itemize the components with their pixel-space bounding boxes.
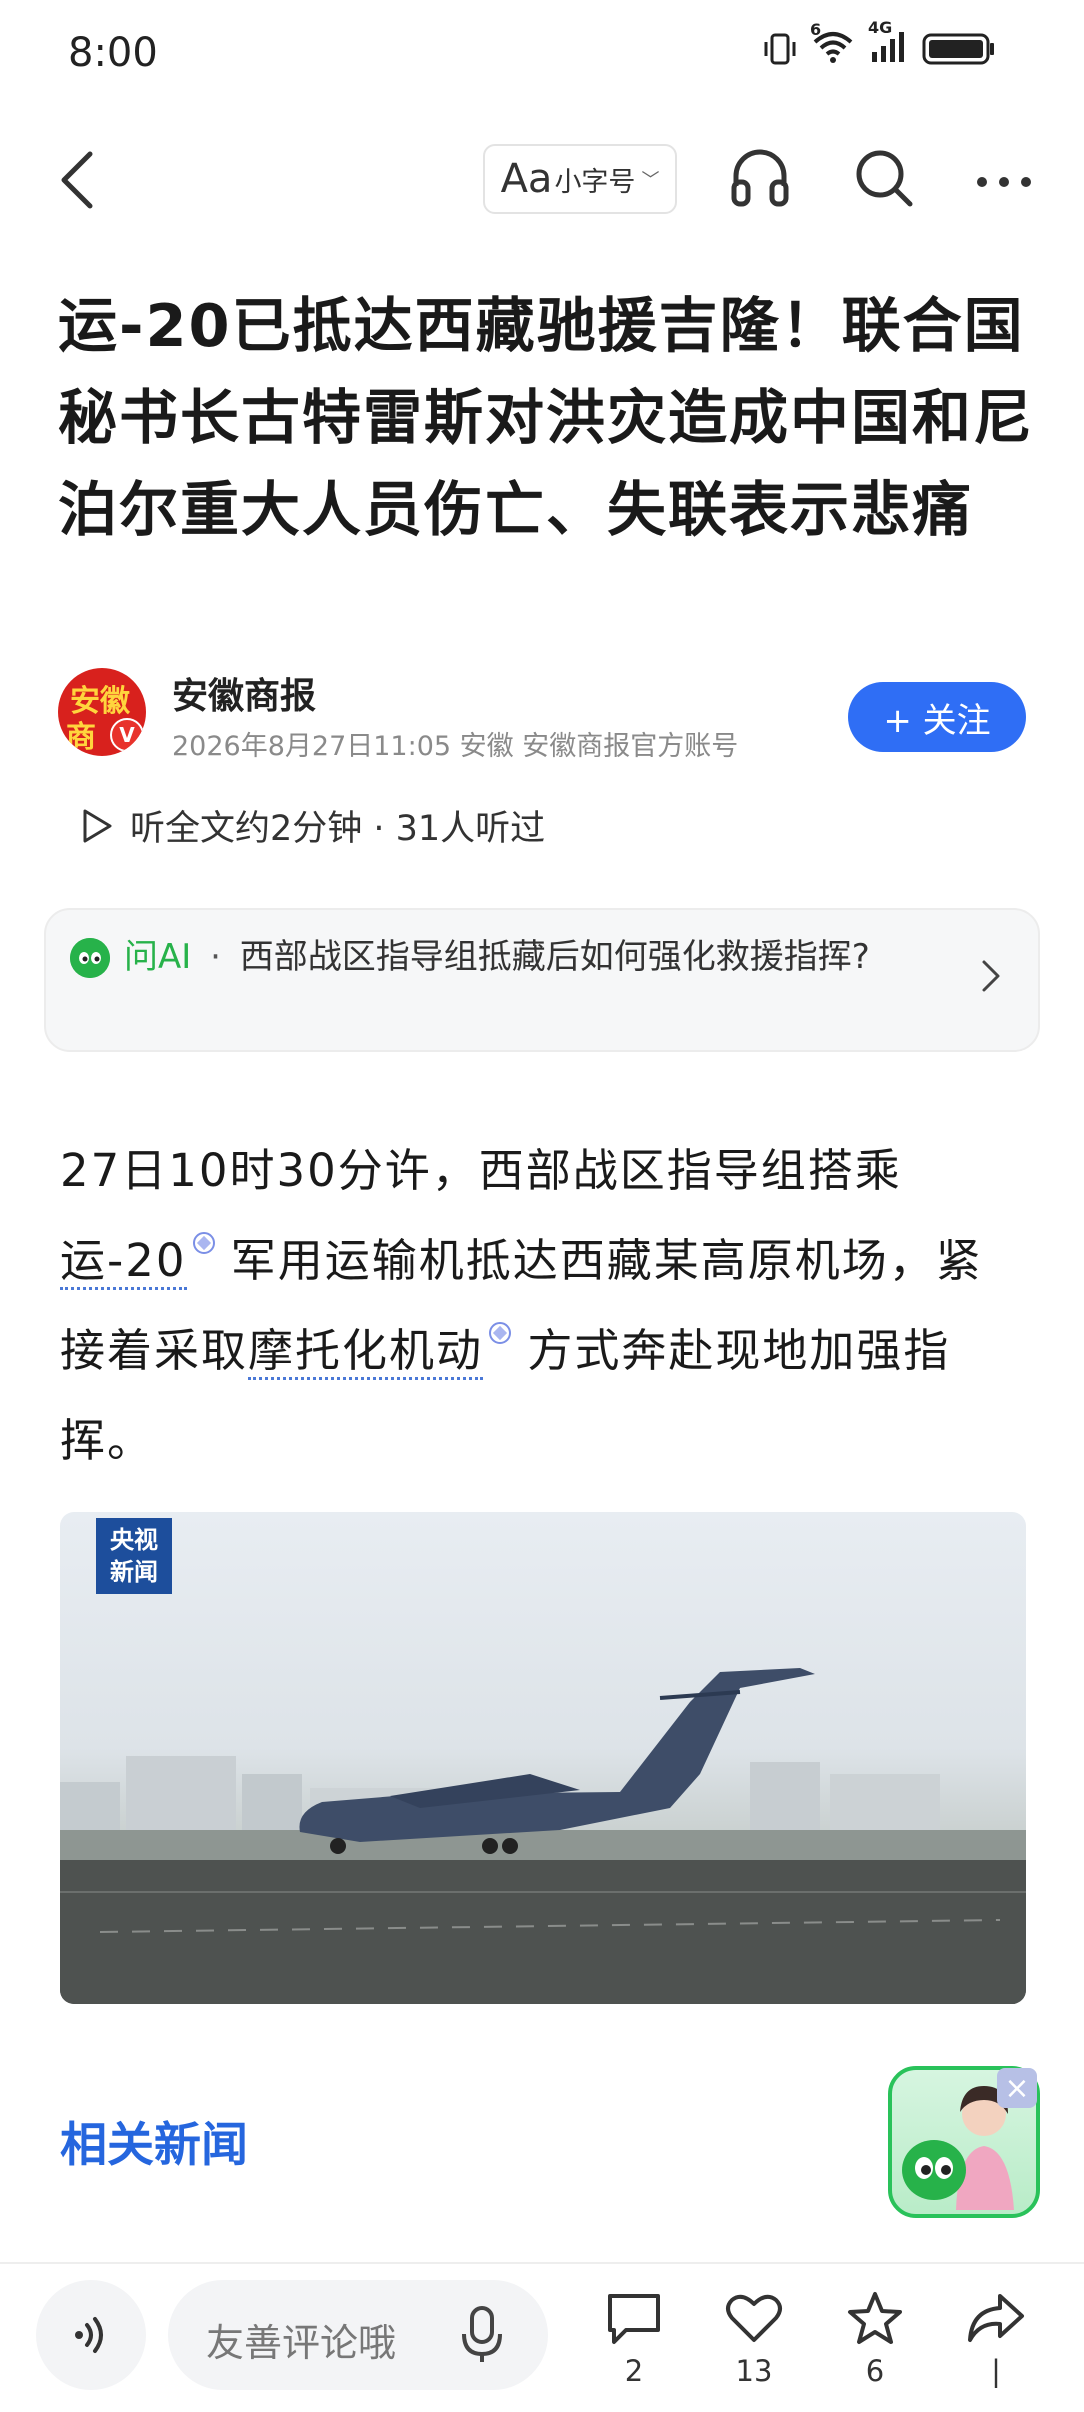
keyword-spark-icon: [192, 1232, 215, 1254]
like-count: 13: [735, 2354, 773, 2388]
article-title: 运-20已抵达西藏驰援吉隆！联合国秘书长古特雷斯对洪灾造成中国和尼泊尔重大人员伤…: [58, 291, 1035, 544]
ask-ai-text: 问AI · 西部战区指导组抵藏后如何强化救援指挥?: [124, 934, 954, 980]
author-name[interactable]: 安徽商报: [172, 667, 316, 719]
body-text-1: 27日10时30分许，西部战区指导组搭乘: [60, 1144, 902, 1197]
favorite-count: 6: [865, 2354, 885, 2388]
microphone-icon[interactable]: [458, 2304, 506, 2366]
cctv-news-logo: 央视 新闻: [96, 1518, 172, 1594]
voice-read-button[interactable]: [36, 2280, 146, 2390]
keyword-link-y20[interactable]: 运-20: [60, 1234, 187, 1290]
cctv-line1: 央视: [110, 1526, 158, 1554]
back-icon: [61, 151, 93, 209]
keyword-link-motorized[interactable]: 摩托化机动: [248, 1324, 484, 1380]
heart-icon: [726, 2294, 782, 2342]
ai-logo-icon: [70, 938, 110, 978]
article-meta: 2026年8月27日11:05 安徽 安徽商报官方账号: [172, 731, 739, 762]
share-button[interactable]: |: [956, 2290, 1036, 2388]
back-button[interactable]: [52, 148, 108, 212]
wifi-label: 6: [810, 20, 822, 39]
more-icon: [977, 177, 1031, 187]
airplane-photo: [60, 1668, 1026, 2004]
play-icon: [83, 809, 112, 842]
listen-button[interactable]: [728, 146, 792, 210]
follow-button[interactable]: + 关注: [848, 682, 1026, 752]
avatar-text-bottom: 商: [66, 720, 96, 755]
article-image[interactable]: 央视 新闻: [60, 1512, 1026, 2004]
comment-placeholder: 友善评论哦: [206, 2321, 397, 2365]
chevron-right-icon: [982, 960, 1000, 992]
status-icons: 6 4G: [762, 18, 996, 68]
comment-input[interactable]: 友善评论哦: [168, 2280, 548, 2390]
vibrate-icon: [764, 33, 796, 65]
network-label: 4G: [868, 18, 893, 37]
chevron-down-icon: ﹀: [641, 170, 660, 191]
ask-ai-label: 问AI: [124, 937, 192, 977]
status-time: 8:00: [68, 30, 158, 76]
comment-button[interactable]: 2: [594, 2290, 674, 2388]
comment-icon: [608, 2294, 660, 2344]
share-count: |: [991, 2354, 1001, 2388]
listen-full-text[interactable]: 听全文约2分钟 · 31人听过: [80, 800, 545, 851]
listen-text: 听全文约2分钟 · 31人听过: [130, 809, 546, 849]
share-icon: [968, 2294, 1024, 2342]
sound-wave-icon: [75, 2317, 103, 2353]
favorite-button[interactable]: 6: [835, 2290, 915, 2388]
search-button[interactable]: [852, 146, 916, 210]
font-size-aa: Aa: [500, 156, 553, 202]
font-size-button[interactable]: Aa 小字号 ﹀: [483, 144, 677, 214]
ask-ai-card[interactable]: 问AI · 西部战区指导组抵藏后如何强化救援指挥?: [44, 908, 1040, 1052]
more-button[interactable]: [972, 150, 1036, 214]
ask-ai-separator: ·: [210, 937, 221, 977]
related-news-title: 相关新闻: [60, 2118, 248, 2173]
cctv-line2: 新闻: [110, 1558, 158, 1586]
author-avatar[interactable]: 安徽 商 V: [58, 668, 146, 756]
bottom-divider: [0, 2262, 1084, 2264]
ask-ai-question: 西部战区指导组抵藏后如何强化救援指挥?: [239, 937, 870, 977]
like-button[interactable]: 13: [714, 2290, 794, 2388]
font-size-label: 小字号: [554, 166, 636, 198]
comment-count: 2: [624, 2354, 644, 2388]
article-body: 27日10时30分许，西部战区指导组搭乘运-20 军用运输机抵达西藏某高原机场，…: [60, 1126, 1026, 1486]
battery-icon: [922, 33, 994, 65]
verified-badge: V: [110, 718, 144, 752]
headphones-icon: [731, 149, 789, 207]
star-icon: [848, 2292, 902, 2344]
close-icon[interactable]: ×: [997, 2068, 1037, 2108]
search-icon: [856, 150, 913, 207]
keyword-spark-icon: [489, 1322, 512, 1344]
